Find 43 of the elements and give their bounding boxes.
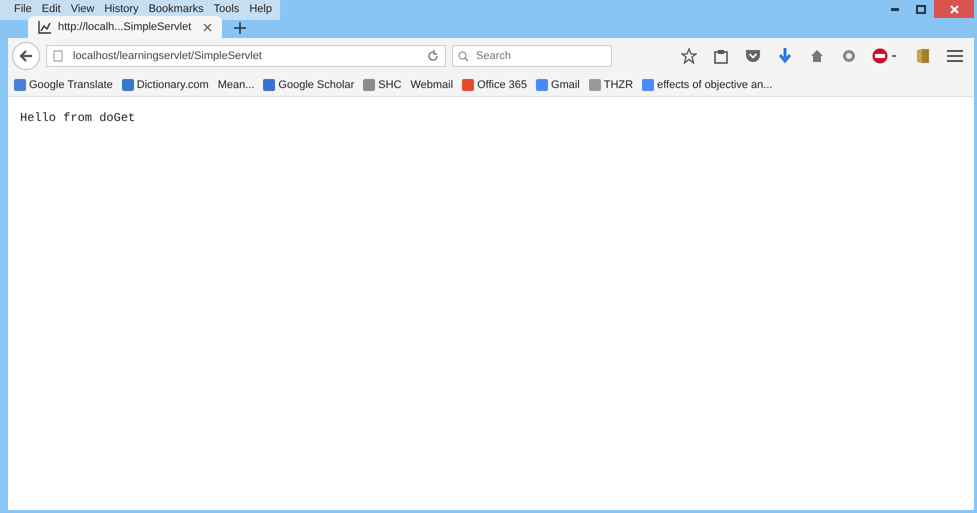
bookmark-item[interactable]: Gmail bbox=[536, 79, 580, 91]
page-text: Hello from doGet bbox=[20, 111, 136, 125]
menu-item[interactable]: Bookmarks bbox=[148, 3, 204, 17]
search-icon bbox=[458, 50, 469, 62]
reload-icon[interactable] bbox=[427, 50, 439, 62]
search-input[interactable]: Search bbox=[474, 49, 606, 63]
minimize-icon bbox=[891, 8, 899, 10]
menu-item[interactable]: Help bbox=[249, 3, 272, 17]
back-arrow-icon bbox=[19, 50, 33, 62]
home-icon bbox=[810, 49, 824, 63]
star-icon bbox=[681, 48, 697, 64]
bookmark-item[interactable]: THZR bbox=[588, 79, 634, 91]
bookmark-item[interactable]: Mean... bbox=[218, 79, 254, 91]
bookmark-item[interactable]: Office 365 bbox=[462, 79, 528, 91]
menu-item[interactable]: View bbox=[70, 3, 94, 17]
close-icon[interactable] bbox=[203, 22, 212, 32]
address-bar[interactable]: localhost/learningservlet/SimpleServlet bbox=[46, 45, 446, 67]
tab-title: http://localh...SimpleServlet bbox=[58, 21, 192, 33]
back-button[interactable] bbox=[12, 42, 40, 70]
bookmark-item[interactable]: SHC bbox=[363, 79, 402, 91]
menu-icon bbox=[947, 50, 963, 62]
download-arrow-icon bbox=[779, 48, 791, 64]
folder-icon bbox=[916, 48, 930, 64]
plus-icon bbox=[234, 22, 246, 34]
bookmark-item[interactable]: Dictionary.com bbox=[122, 79, 209, 91]
menu-item[interactable]: Edit bbox=[42, 3, 61, 17]
close-icon bbox=[950, 4, 958, 14]
bookmark-item[interactable]: effects of objective an... bbox=[642, 79, 772, 91]
clipboard-icon bbox=[714, 48, 728, 64]
pocket-icon bbox=[745, 49, 761, 63]
bookmark-item[interactable]: Webmail bbox=[410, 79, 454, 91]
maximize-icon bbox=[916, 4, 926, 14]
info-icon bbox=[53, 50, 63, 62]
browser-tab[interactable]: http://localh...SimpleServlet bbox=[28, 16, 222, 38]
menu-item[interactable]: File bbox=[14, 3, 32, 17]
bookmark-item[interactable]: Google Scholar bbox=[263, 79, 354, 91]
chart-page-icon bbox=[38, 20, 52, 34]
menu-item[interactable]: Tools bbox=[214, 3, 240, 17]
bookmark-item[interactable]: Google Translate bbox=[14, 79, 113, 91]
menu-item[interactable]: History bbox=[104, 3, 139, 17]
close-button[interactable] bbox=[934, 0, 974, 18]
search-bar[interactable]: Search bbox=[452, 45, 612, 67]
address-field[interactable]: localhost/learningservlet/SimpleServlet bbox=[71, 49, 419, 63]
